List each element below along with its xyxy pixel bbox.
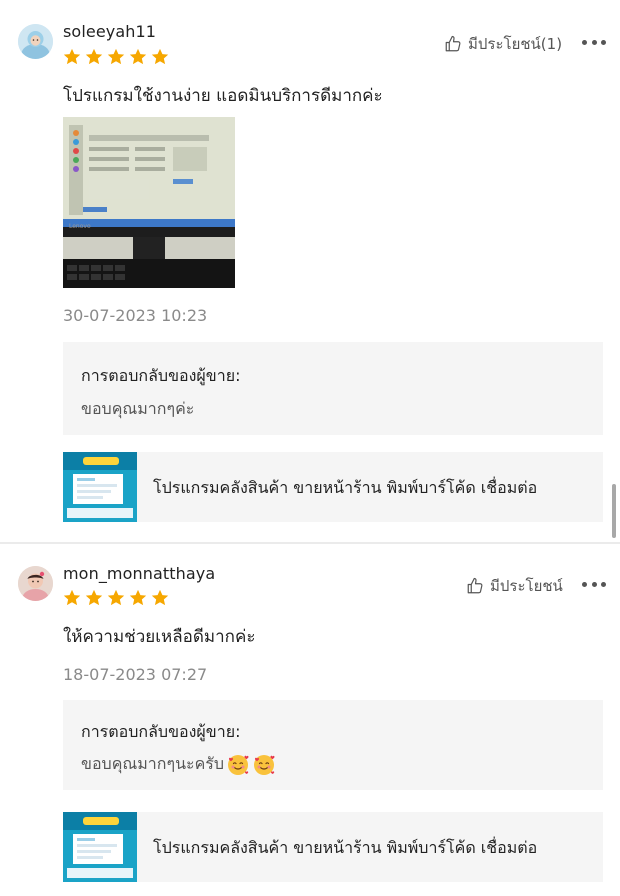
star-filled-icon — [62, 588, 82, 608]
review-card: soleeyah11 มีประโยชน์(1) โปรแกรมใช้งานง่… — [0, 0, 620, 542]
seller-reply: การตอบกลับของผู้ขาย: ขอบคุณมากๆนะครับ — [63, 700, 603, 790]
product-thumbnail — [63, 812, 137, 882]
seller-reply-title: การตอบกลับของผู้ขาย: — [81, 722, 241, 741]
more-options-button[interactable] — [582, 32, 606, 52]
star-filled-icon — [84, 47, 104, 67]
monitor-brand-label: Lenovo — [69, 223, 91, 230]
more-horizontal-icon — [582, 39, 587, 45]
star-filled-icon — [84, 588, 104, 608]
review-card: mon_monnatthaya มีประโยชน์ ให้ความช่วยเห… — [0, 544, 620, 896]
seller-reply: การตอบกลับของผู้ขาย: ขอบคุณมากๆค่ะ — [63, 342, 603, 435]
star-filled-icon — [128, 588, 148, 608]
product-thumbnail — [63, 452, 137, 522]
product-link[interactable]: โปรแกรมคลังสินค้า ขายหน้าร้าน พิมพ์บาร์โ… — [63, 452, 603, 522]
star-filled-icon — [106, 47, 126, 67]
seller-reply-title: การตอบกลับของผู้ขาย: — [81, 366, 241, 385]
star-rating — [62, 588, 170, 608]
review-comment: โปรแกรมใช้งานง่าย แอดมินบริการดีมากค่ะ — [63, 86, 383, 106]
smiling-face-with-hearts-icon — [252, 753, 276, 777]
star-filled-icon — [62, 47, 82, 67]
helpful-label: มีประโยชน์ — [490, 577, 563, 595]
review-datetime: 18-07-2023 07:27 — [63, 665, 208, 684]
scrollbar[interactable] — [612, 484, 616, 538]
more-options-button[interactable] — [582, 574, 606, 594]
seller-reply-text: ขอบคุณมากๆค่ะ — [81, 399, 195, 418]
product-name: โปรแกรมคลังสินค้า ขายหน้าร้าน พิมพ์บาร์โ… — [153, 838, 538, 857]
review-photo[interactable]: Lenovo — [63, 117, 235, 288]
star-filled-icon — [150, 588, 170, 608]
thumbs-up-outline-icon — [444, 35, 462, 53]
product-link[interactable]: โปรแกรมคลังสินค้า ขายหน้าร้าน พิมพ์บาร์โ… — [63, 812, 603, 882]
avatar[interactable] — [18, 24, 53, 59]
thumbs-up-outline-icon — [466, 577, 484, 595]
review-comment: ให้ความช่วยเหลือดีมากค่ะ — [63, 627, 256, 647]
username[interactable]: mon_monnatthaya — [63, 564, 215, 583]
helpful-button[interactable]: มีประโยชน์ — [466, 574, 563, 598]
username[interactable]: soleeyah11 — [63, 22, 156, 41]
product-name: โปรแกรมคลังสินค้า ขายหน้าร้าน พิมพ์บาร์โ… — [153, 478, 538, 497]
more-horizontal-icon — [582, 581, 587, 587]
helpful-label: มีประโยชน์(1) — [468, 35, 563, 53]
star-rating — [62, 47, 170, 67]
star-filled-icon — [150, 47, 170, 67]
star-filled-icon — [128, 47, 148, 67]
helpful-button[interactable]: มีประโยชน์(1) — [444, 32, 562, 56]
review-datetime: 30-07-2023 10:23 — [63, 306, 208, 325]
star-filled-icon — [106, 588, 126, 608]
avatar[interactable] — [18, 566, 53, 601]
seller-reply-text: ขอบคุณมากๆนะครับ — [81, 752, 276, 777]
smiling-face-with-hearts-icon — [226, 753, 250, 777]
